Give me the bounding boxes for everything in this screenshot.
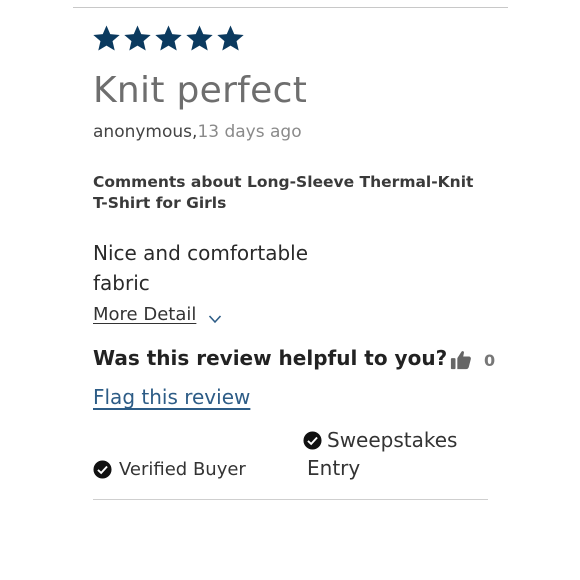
star-rating xyxy=(92,24,245,53)
top-divider xyxy=(73,7,508,8)
review-title: Knit perfect xyxy=(93,70,308,111)
review-body: Nice and comfortable fabric xyxy=(93,238,338,298)
more-detail-button[interactable]: More Detail xyxy=(93,304,222,325)
helpful-question: Was this review helpful to you? xyxy=(93,346,448,370)
comments-about: Comments about Long-Sleeve Thermal-Knit … xyxy=(93,173,474,212)
review-age: 13 days ago xyxy=(197,122,302,142)
review-body-line: fabric xyxy=(93,271,150,295)
helpful-vote: 0 xyxy=(450,349,495,371)
check-circle-icon xyxy=(93,460,112,479)
verified-buyer-badge: Verified Buyer xyxy=(93,459,246,480)
star-icon xyxy=(217,25,244,51)
flag-review-link[interactable]: Flag this review xyxy=(93,385,250,409)
sweepstakes-label-line2: Entry xyxy=(307,456,361,480)
check-circle-icon xyxy=(303,430,322,450)
more-detail-label: More Detail xyxy=(93,304,197,325)
review-body-line: Nice and comfortable xyxy=(93,241,309,265)
sweepstakes-label: Sweepstakes xyxy=(327,428,458,452)
star-icon xyxy=(124,25,151,51)
helpful-count: 0 xyxy=(484,350,496,370)
chevron-down-icon xyxy=(209,314,222,323)
star-icon xyxy=(93,25,120,51)
star-icon xyxy=(155,25,182,51)
sweepstakes-badge: Sweepstakes Entry xyxy=(303,428,457,480)
star-icon xyxy=(186,25,213,51)
verified-buyer-label: Verified Buyer xyxy=(119,459,246,480)
review-author: anonymous, xyxy=(93,122,198,142)
review-meta: anonymous,13 days ago xyxy=(93,122,302,142)
thumbs-up-icon[interactable] xyxy=(450,349,472,371)
bottom-divider xyxy=(93,499,488,500)
